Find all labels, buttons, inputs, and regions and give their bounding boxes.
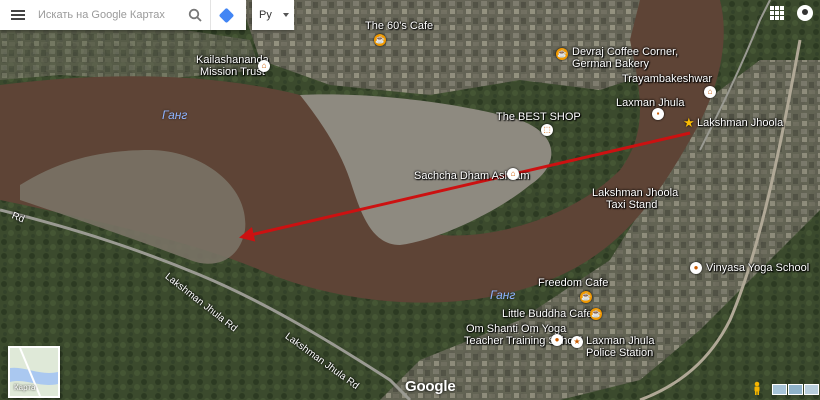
search-input[interactable] <box>36 8 180 22</box>
search-icon <box>188 8 202 22</box>
place-label-best-shop[interactable]: The BEST SHOP <box>496 111 581 123</box>
apps-grid-icon[interactable] <box>770 6 784 20</box>
place-label-kailashananda-2[interactable]: Mission Trust <box>200 66 265 78</box>
search-box <box>0 0 246 30</box>
place-label-police-1[interactable]: Laxman Jhula <box>586 335 655 347</box>
imagery-thumbnail-2[interactable] <box>788 384 803 395</box>
language-select[interactable]: Ру <box>252 0 294 30</box>
map-type-toggle[interactable]: Карта <box>8 346 60 398</box>
pegman-icon[interactable] <box>752 381 762 395</box>
place-label-laxman-jhula[interactable]: Laxman Jhula <box>616 97 685 109</box>
place-label-taxi-1[interactable]: Lakshman Jhoola <box>592 187 678 199</box>
school-pin-icon[interactable]: ● <box>690 262 702 274</box>
star-icon[interactable]: ★ <box>683 116 695 129</box>
menu-button[interactable] <box>0 0 36 30</box>
place-label-om-shanti-2[interactable]: Teacher Training School <box>464 335 582 347</box>
place-label-60s-cafe[interactable]: The 60's Cafe <box>365 20 433 32</box>
satellite-map[interactable] <box>0 0 820 400</box>
place-label-devraj-2[interactable]: German Bakery <box>572 58 649 70</box>
cafe-pin-icon[interactable]: ☕ <box>556 48 568 60</box>
shop-pin-icon[interactable]: ⬚ <box>541 124 553 136</box>
google-logo: Google <box>405 378 456 395</box>
worship-pin-icon[interactable]: ⌂ <box>507 168 519 180</box>
place-label-freedom-cafe[interactable]: Freedom Cafe <box>538 277 608 289</box>
map-type-label: Карта <box>14 383 36 392</box>
river-label-lower: Ганг <box>490 288 516 302</box>
place-label-lakshman-jhoola[interactable]: Lakshman Jhoola <box>697 117 783 129</box>
place-label-devraj-1[interactable]: Devraj Coffee Corner, <box>572 46 678 58</box>
account-icon[interactable] <box>797 5 813 21</box>
language-select-value: Ру <box>259 9 272 21</box>
police-pin-icon[interactable]: ★ <box>571 336 583 348</box>
cafe-pin-icon[interactable]: ☕ <box>374 34 386 46</box>
imagery-thumbnail-3[interactable] <box>804 384 819 395</box>
river-label-upper: Ганг <box>162 108 188 122</box>
place-label-police-2[interactable]: Police Station <box>586 347 653 359</box>
directions-button[interactable] <box>210 0 241 30</box>
search-button[interactable] <box>180 0 210 30</box>
cafe-pin-icon[interactable]: ☕ <box>590 308 602 320</box>
cafe-pin-icon[interactable]: ☕ <box>580 291 592 303</box>
chevron-down-icon <box>282 13 289 17</box>
menu-icon <box>11 10 25 20</box>
worship-pin-icon[interactable]: ⌂ <box>258 60 270 72</box>
place-label-vinyasa[interactable]: Vinyasa Yoga School <box>706 262 809 274</box>
imagery-thumbnail-1[interactable] <box>772 384 787 395</box>
landmark-pin-icon[interactable]: ▪ <box>652 108 664 120</box>
directions-icon <box>218 7 234 23</box>
worship-pin-icon[interactable]: ⌂ <box>704 86 716 98</box>
place-label-taxi-2[interactable]: Taxi Stand <box>606 199 657 211</box>
place-label-little-buddha[interactable]: Little Buddha Cafe <box>502 308 593 320</box>
place-label-trayambakeshwar[interactable]: Trayambakeshwar <box>622 73 712 85</box>
school-pin-icon[interactable]: ● <box>551 334 563 346</box>
place-label-om-shanti-1[interactable]: Om Shanti Om Yoga <box>466 323 566 335</box>
